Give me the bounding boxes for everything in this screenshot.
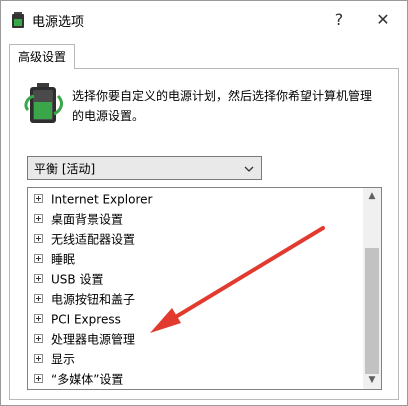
tree-item-label: 桌面背景设置 xyxy=(51,212,124,227)
expand-plus-icon[interactable] xyxy=(34,274,43,283)
tree-item[interactable]: Internet Explorer xyxy=(34,190,152,208)
tree-item-label: 显示 xyxy=(51,352,76,367)
tree-item-label: 电源按钮和盖子 xyxy=(51,292,136,307)
scroll-up-arrow-icon[interactable]: ▲ xyxy=(363,188,381,205)
title-bar[interactable]: 电源选项 ? ✕ xyxy=(1,1,407,39)
scroll-down-arrow-icon[interactable]: ▼ xyxy=(363,372,381,389)
tab-advanced-settings[interactable]: 高级设置 xyxy=(9,44,75,69)
battery-plan-icon xyxy=(24,83,63,123)
chevron-down-icon xyxy=(244,166,254,172)
help-button[interactable]: ? xyxy=(324,5,354,35)
expand-plus-icon[interactable] xyxy=(34,294,43,303)
tree-item[interactable]: 显示 xyxy=(34,350,75,368)
expand-plus-icon[interactable] xyxy=(34,354,43,363)
tree-item-label: PCI Express xyxy=(51,312,121,327)
window-title: 电源选项 xyxy=(32,15,85,30)
tree-item-label: 睡眠 xyxy=(51,252,76,267)
expand-plus-icon[interactable] xyxy=(34,314,43,323)
tree-item[interactable]: 桌面背景设置 xyxy=(34,210,123,228)
tree-item-label: 无线适配器设置 xyxy=(51,232,136,247)
expand-plus-icon[interactable] xyxy=(34,194,43,203)
tree-item-label: USB 设置 xyxy=(51,272,104,287)
scroll-thumb[interactable] xyxy=(365,248,379,374)
settings-tree[interactable]: Internet Explorer 桌面背景设置 无线适配器设置 睡眠 USB … xyxy=(27,187,382,390)
tree-item[interactable]: 处理器电源管理 xyxy=(34,330,135,348)
tree-item[interactable]: 睡眠 xyxy=(34,250,75,268)
tree-item-label: 处理器电源管理 xyxy=(51,332,136,347)
description-text: 选择你要自定义的电源计划，然后选择你希望计算机管理的电源设置。 xyxy=(72,89,373,123)
expand-plus-icon[interactable] xyxy=(34,234,43,243)
power-plan-selected: 平衡 [活动] xyxy=(34,162,96,176)
close-button[interactable]: ✕ xyxy=(368,5,398,35)
tree-item[interactable]: USB 设置 xyxy=(34,270,103,288)
tree-item[interactable]: 无线适配器设置 xyxy=(34,230,135,248)
power-plan-dropdown[interactable]: 平衡 [活动] xyxy=(27,156,262,180)
expand-plus-icon[interactable] xyxy=(34,254,43,263)
tree-item[interactable]: PCI Express xyxy=(34,310,121,328)
tree-item[interactable]: “多媒体”设置 xyxy=(34,370,123,388)
expand-plus-icon[interactable] xyxy=(34,374,43,383)
vertical-scrollbar[interactable]: ▲ ▼ xyxy=(363,188,381,389)
expand-plus-icon[interactable] xyxy=(34,214,43,223)
tree-item-label: “多媒体”设置 xyxy=(51,372,124,387)
tree-item-label: Internet Explorer xyxy=(51,192,153,207)
tree-item[interactable]: 电源按钮和盖子 xyxy=(34,290,135,308)
expand-plus-icon[interactable] xyxy=(34,334,43,343)
battery-app-icon xyxy=(12,12,24,28)
